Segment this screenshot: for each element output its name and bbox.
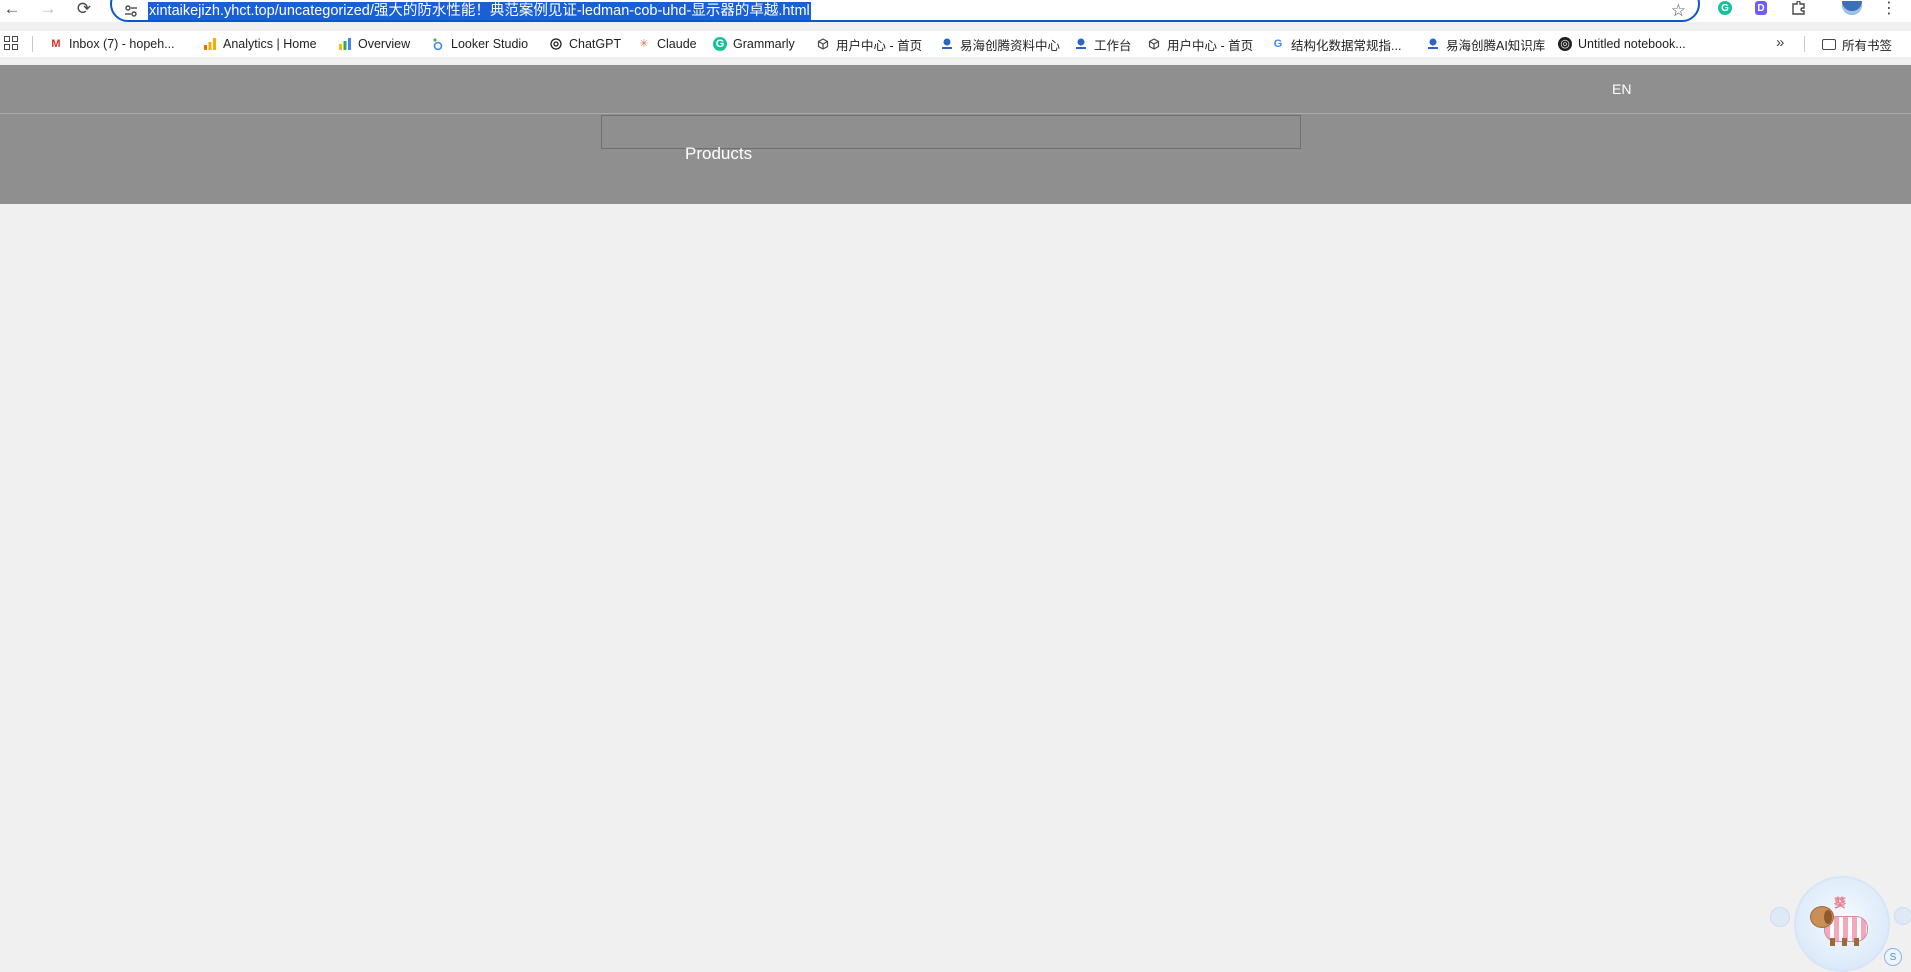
bookmark-structured-data[interactable]: G 结构化数据常规指... [1271,34,1402,54]
yihai-icon [1426,37,1440,51]
bookmark-looker-studio[interactable]: Looker Studio [431,34,528,54]
site-header: EN Products [0,65,1911,204]
bookmark-user-center-1[interactable]: 用户中心 - 首页 [816,34,922,54]
bookmark-overview[interactable]: Overview [338,34,410,54]
bookmarks-overflow-icon[interactable]: » [1776,34,1784,51]
apps-grid-icon[interactable] [4,36,18,50]
bookmark-label: Claude [657,37,697,51]
puzzle-icon[interactable] [1788,0,1810,16]
nav-products[interactable]: Products [685,144,752,164]
bookmark-yihai-ai[interactable]: 易海创腾AI知识库 [1426,34,1545,54]
bookmark-label: 易海创腾AI知识库 [1446,38,1546,53]
bookmark-label: ChatGPT [569,37,622,51]
bookmarks-divider [32,36,33,52]
bookmark-label: 用户中心 - 首页 [1167,38,1254,53]
bookmark-chatgpt[interactable]: ChatGPT [549,34,621,54]
analytics-icon [203,37,217,51]
bookmark-label: Untitled notebook... [1578,37,1686,51]
bookmark-label: Grammarly [733,37,795,51]
bookmark-label: Overview [358,37,411,51]
address-bar[interactable]: xintaikejizh.yhct.top/uncategorized/强大的防… [110,0,1700,22]
widget-s-badge[interactable]: S [1884,948,1902,966]
site-settings-icon[interactable] [122,2,140,20]
bookmark-yihai-docs[interactable]: 易海创腾资料中心 [940,34,1060,54]
language-switch[interactable]: EN [1612,81,1631,97]
grammarly-icon[interactable]: G [1716,0,1734,16]
bookmark-claude[interactable]: ✳ Claude [637,34,697,54]
profile-avatar[interactable] [1840,0,1864,16]
widget-bubble-left [1770,907,1790,927]
forward-glyph: → [39,0,57,18]
menu-icon[interactable]: ⋮ [1880,0,1898,17]
bookmark-label: 易海创腾资料中心 [960,38,1061,53]
google-icon: G [1273,37,1283,50]
bookmarks-divider [1804,36,1805,52]
header-divider [0,113,1911,114]
bookmarks-bar: M Inbox (7) - hopeh... Analytics | Home … [0,31,1911,57]
page-content-area [0,204,1911,965]
url-text[interactable]: xintaikejizh.yhct.top/uncategorized/强大的防… [148,2,811,20]
star-icon[interactable]: ☆ [1671,1,1686,21]
folder-icon [1822,38,1836,50]
forward-icon[interactable]: → [36,0,60,18]
bookmark-grammarly[interactable]: G Grammarly [713,34,795,54]
star-glyph: ☆ [1670,1,1686,20]
yihai-icon [1074,37,1088,51]
all-bookmarks-label: 所有书签 [1842,38,1893,53]
claude-icon: ✳ [639,37,649,50]
cube-icon [816,37,830,51]
reload-glyph: ⟳ [76,0,92,18]
looker-icon [431,37,445,51]
back-glyph: ← [3,0,21,18]
notebook-icon: ◎ [1558,37,1572,51]
back-icon[interactable]: ← [0,0,24,18]
bookmark-workbench[interactable]: 工作台 [1074,34,1132,54]
menu-glyph: ⋮ [1881,0,1897,17]
reload-icon[interactable]: ⟳ [72,0,96,18]
badge-glyph: S [1889,951,1897,963]
browser-toolbar: ← → ⟳ xintaikejizh.yhct.top/uncategorize… [0,0,1911,22]
all-bookmarks-button[interactable]: 所有书签 [1822,34,1892,54]
bookmark-label: 工作台 [1094,38,1132,53]
bookmark-label: Inbox (7) - hopeh... [69,37,175,51]
dog-ear [1824,910,1832,924]
mascot-chat-widget[interactable]: 葵 [1794,876,1890,972]
bookmark-label: 结构化数据常规指... [1291,38,1402,53]
bookmark-label: Looker Studio [451,37,529,51]
bookmark-analytics[interactable]: Analytics | Home [203,34,317,54]
dog-legs [1830,938,1860,946]
bookmark-label: Analytics | Home [223,37,317,51]
yihai-icon [940,37,954,51]
bookmark-inbox[interactable]: M Inbox (7) - hopeh... [49,34,175,54]
widget-bubble-right [1894,907,1911,925]
bookmark-label: 用户中心 - 首页 [836,38,923,53]
cube-icon [1147,37,1161,51]
bookmark-user-center-2[interactable]: 用户中心 - 首页 [1147,34,1253,54]
chatgpt-icon [549,37,563,51]
extension-d-icon[interactable]: D [1752,0,1770,16]
bookmark-untitled-notebook[interactable]: ◎ Untitled notebook... [1558,34,1686,54]
grammarly-icon: G [713,37,727,51]
overflow-glyph: » [1776,34,1785,51]
overview-icon [338,37,352,51]
gmail-icon: M [51,37,61,50]
mascot-label: 葵 [1834,896,1847,910]
